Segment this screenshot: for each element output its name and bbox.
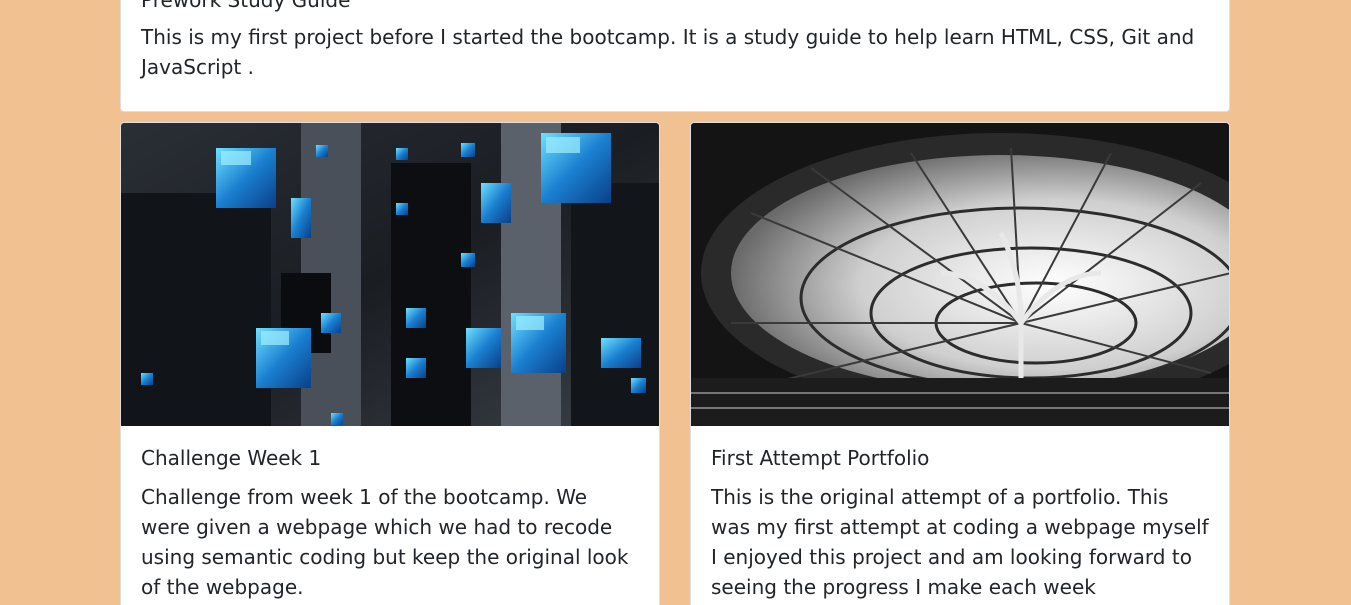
project-card-first-attempt-portfolio[interactable]: First Attempt Portfolio This is the orig… [690,122,1230,605]
card-body: Prework Study Guide This is my first pro… [121,0,1229,82]
card-title: First Attempt Portfolio [711,446,930,470]
card-description: This is the original attempt of a portfo… [711,485,1209,599]
card-description: This is my first project before I starte… [141,25,1195,79]
card-body: Challenge Week 1 Challenge from week 1 o… [121,426,659,602]
glass-dome-architecture-image[interactable] [691,123,1229,426]
card-title: Prework Study Guide [141,0,351,12]
abstract-blue-cubes-image[interactable] [121,123,659,426]
page: Prework Study Guide This is my first pro… [0,0,1351,605]
card-description: Challenge from week 1 of the bootcamp. W… [141,485,629,599]
project-card-prework[interactable]: Prework Study Guide This is my first pro… [120,0,1230,112]
project-card-challenge-week-1[interactable]: Challenge Week 1 Challenge from week 1 o… [120,122,660,605]
card-title: Challenge Week 1 [141,446,322,470]
card-body: First Attempt Portfolio This is the orig… [691,426,1229,602]
